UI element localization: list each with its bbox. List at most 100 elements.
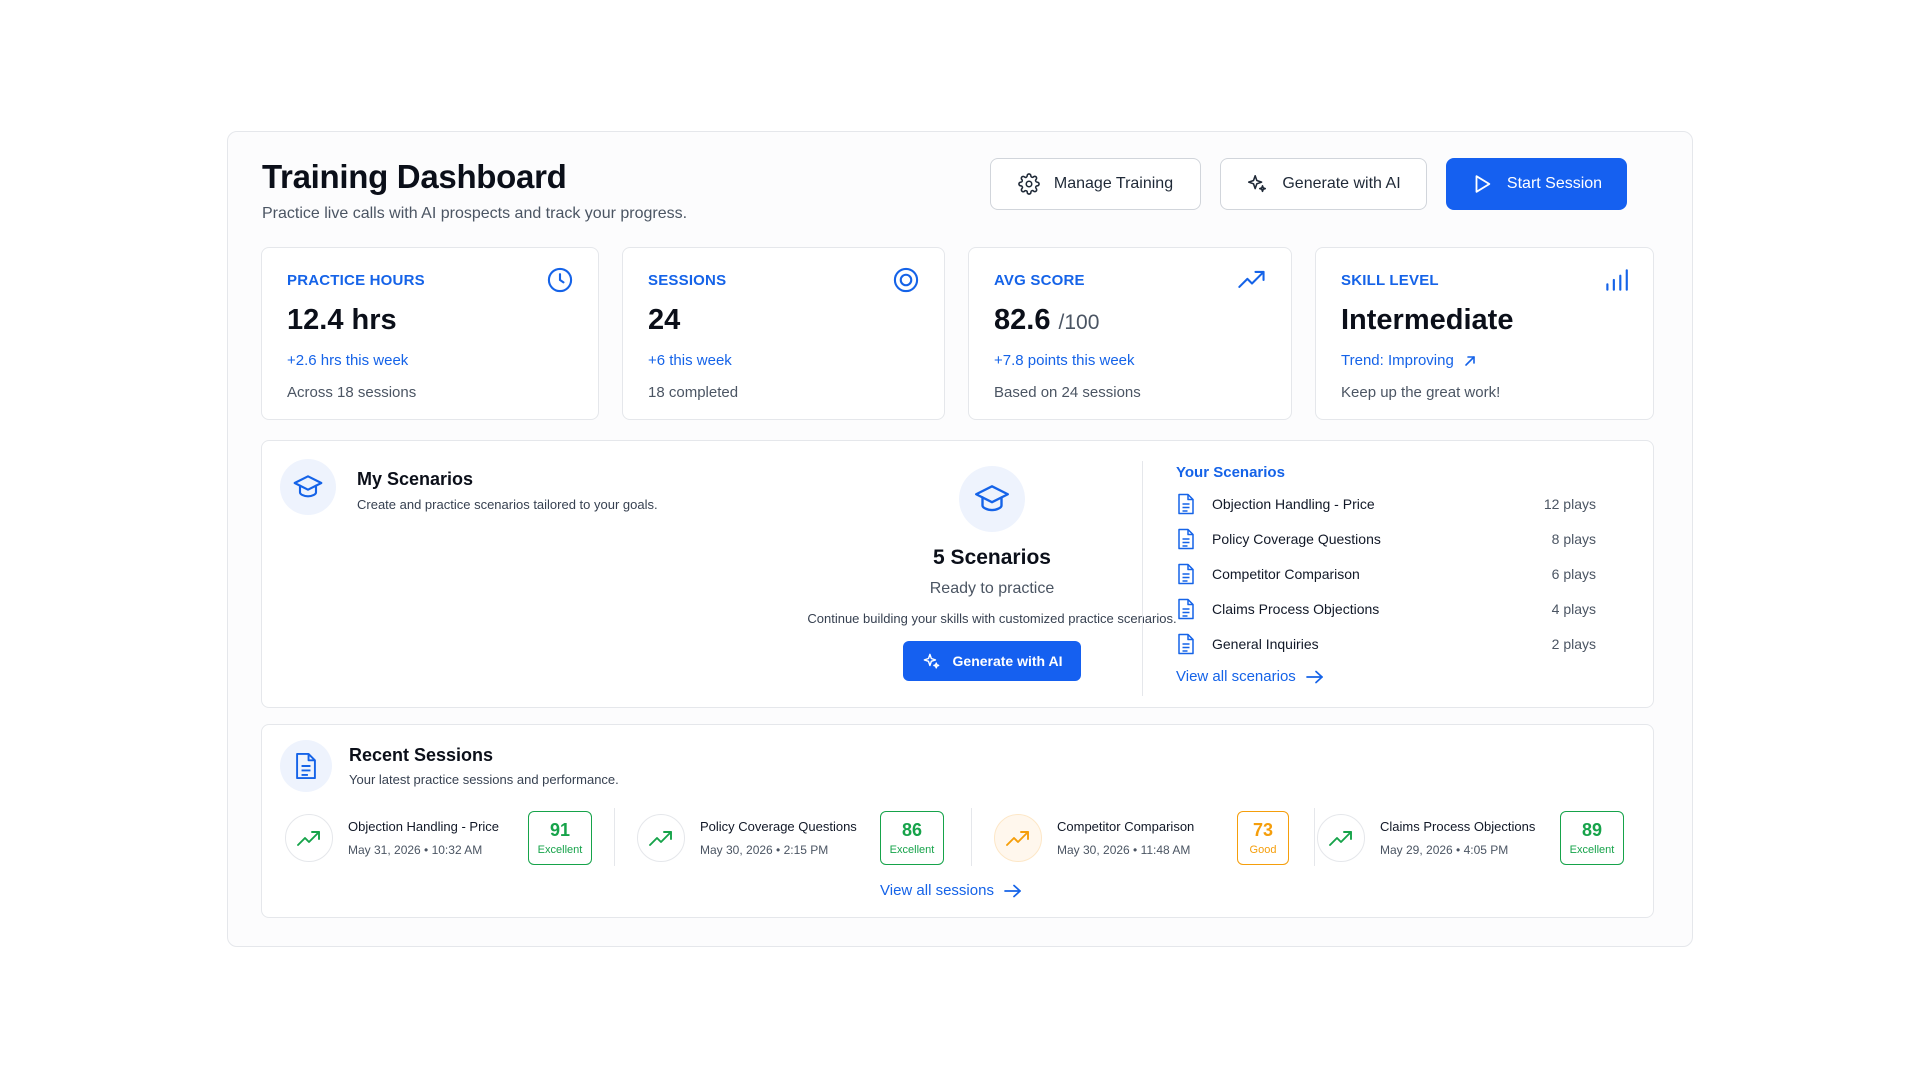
session-text: Claims Process Objections May 29, 2026 •… [1380,819,1560,857]
stat-unit: /100 [1058,311,1100,334]
session-trend-icon-circle [1317,814,1365,862]
score-value: 86 [901,820,923,840]
stat-value: 82.6 /100 [994,304,1099,337]
stat-value-text: Intermediate [1341,304,1514,336]
stat-trend: Trend: Improving [1341,352,1478,369]
stat-foot: 18 completed [648,384,739,401]
session-item[interactable]: Claims Process Objections May 29, 2026 •… [1317,808,1624,868]
scenario-message: Continue building your skills with custo… [807,611,1177,626]
stat-card-avg-score: AVG SCORE 82.6 /100 +7.8 points this wee… [968,247,1292,420]
stat-label: SKILL LEVEL [1341,272,1439,289]
stat-trend: +2.6 hrs this week [287,352,408,369]
sparkle-icon [1248,174,1267,193]
scenario-count: 5 Scenarios [933,546,1051,569]
scenario-plays: 6 plays [1551,566,1596,582]
session-date: May 31, 2026 • 10:32 AM [348,843,483,857]
arrow-up-right-icon [1465,355,1475,366]
page-title: Training Dashboard [262,158,567,195]
stat-label: PRACTICE HOURS [287,272,425,289]
stat-value-text: 24 [648,304,681,336]
gear-icon [1018,173,1040,195]
score-rating: Good [1249,844,1277,856]
session-name: Policy Coverage Questions [700,819,857,834]
document-icon [1178,528,1194,550]
session-text: Competitor Comparison May 30, 2026 • 11:… [1057,819,1237,857]
divider [1142,461,1143,696]
stat-card-skill-level: SKILL LEVEL Intermediate Trend: Improvin… [1315,247,1654,420]
sessions-title: Recent Sessions [349,745,494,765]
scenario-plays: 8 plays [1551,531,1596,547]
signal-bars-icon [1606,269,1628,291]
stat-value: Intermediate [1341,304,1513,337]
stat-trend-text: Trend: Improving [1341,352,1454,369]
session-item[interactable]: Competitor Comparison May 30, 2026 • 11:… [994,808,1289,868]
stat-trend: +6 this week [648,352,732,369]
score-rating: Excellent [537,844,583,856]
session-item[interactable]: Objection Handling - Price May 31, 2026 … [285,808,592,868]
view-all-sessions-label: View all sessions [880,882,994,899]
score-rating: Excellent [1569,844,1615,856]
clock-icon [547,267,573,293]
session-text: Policy Coverage Questions May 30, 2026 •… [700,819,880,857]
start-session-button[interactable]: Start Session [1446,158,1627,210]
scenario-ready-text: Ready to practice [929,580,1055,597]
recent-sessions-section: Recent Sessions Your latest practice ses… [261,724,1654,918]
view-all-scenarios-link[interactable]: View all scenarios [1176,668,1324,685]
manage-training-label: Manage Training [1053,175,1174,192]
my-scenarios-section: My Scenarios Create and practice scenari… [261,440,1654,708]
trending-up-icon [649,831,672,846]
sessions-desc: Your latest practice sessions and perfor… [349,772,619,787]
scenario-name: General Inquiries [1212,636,1319,652]
trending-up-icon [1006,831,1029,846]
session-trend-icon-circle [994,814,1042,862]
scenario-name: Claims Process Objections [1212,601,1380,617]
scenario-list-item[interactable]: Claims Process Objections 4 plays [1176,597,1596,621]
graduation-cap-icon [293,475,323,498]
scenarios-desc: Create and practice scenarios tailored t… [357,497,658,512]
score-badge: 73 Good [1237,811,1289,865]
scenario-list-item[interactable]: General Inquiries 2 plays [1176,632,1596,656]
manage-training-button[interactable]: Manage Training [990,158,1201,210]
session-name: Objection Handling - Price [348,819,500,834]
session-name: Competitor Comparison [1057,819,1195,834]
session-trend-icon-circle [285,814,333,862]
scenario-name: Objection Handling - Price [1212,496,1375,512]
stat-label: SESSIONS [648,272,727,289]
scenario-plays: 12 plays [1543,496,1596,512]
scenario-name: Competitor Comparison [1212,566,1360,582]
score-rating: Excellent [889,844,935,856]
stat-foot: Keep up the great work! [1341,384,1501,401]
trending-up-icon [297,831,320,846]
play-icon [1475,175,1491,193]
generate-with-ai-small-label: Generate with AI [952,653,1063,669]
scenario-list-item[interactable]: Policy Coverage Questions 8 plays [1176,527,1596,551]
session-date: May 30, 2026 • 11:48 AM [1057,843,1191,857]
session-date: May 29, 2026 • 4:05 PM [1380,843,1509,857]
scenarios-title: My Scenarios [357,469,474,489]
sparkle-icon [923,653,939,669]
scenarios-summary-icon-circle [959,466,1025,532]
scenario-plays: 2 plays [1551,636,1596,652]
score-value: 89 [1581,820,1603,840]
session-trend-icon-circle [637,814,685,862]
score-badge: 91 Excellent [528,811,592,865]
scenario-list-item[interactable]: Objection Handling - Price 12 plays [1176,492,1596,516]
target-icon [893,267,919,293]
scenario-list-item[interactable]: Competitor Comparison 6 plays [1176,562,1596,586]
score-value: 73 [1252,820,1274,840]
stat-value: 24 [648,304,680,337]
your-scenarios-title: Your Scenarios [1176,464,1285,481]
generate-with-ai-button[interactable]: Generate with AI [1220,158,1427,210]
generate-with-ai-small-button[interactable]: Generate with AI [903,641,1081,681]
scenario-plays: 4 plays [1551,601,1596,617]
stat-value-text: 12.4 hrs [287,304,397,336]
trending-up-icon [1329,831,1352,846]
arrow-right-icon [1004,884,1021,897]
session-item[interactable]: Policy Coverage Questions May 30, 2026 •… [637,808,944,868]
start-session-label: Start Session [1506,175,1603,192]
score-badge: 86 Excellent [880,811,944,865]
stat-foot: Across 18 sessions [287,384,417,401]
stat-foot: Based on 24 sessions [994,384,1141,401]
sessions-icon-circle [280,740,332,792]
view-all-sessions-link[interactable]: View all sessions [880,882,1022,899]
